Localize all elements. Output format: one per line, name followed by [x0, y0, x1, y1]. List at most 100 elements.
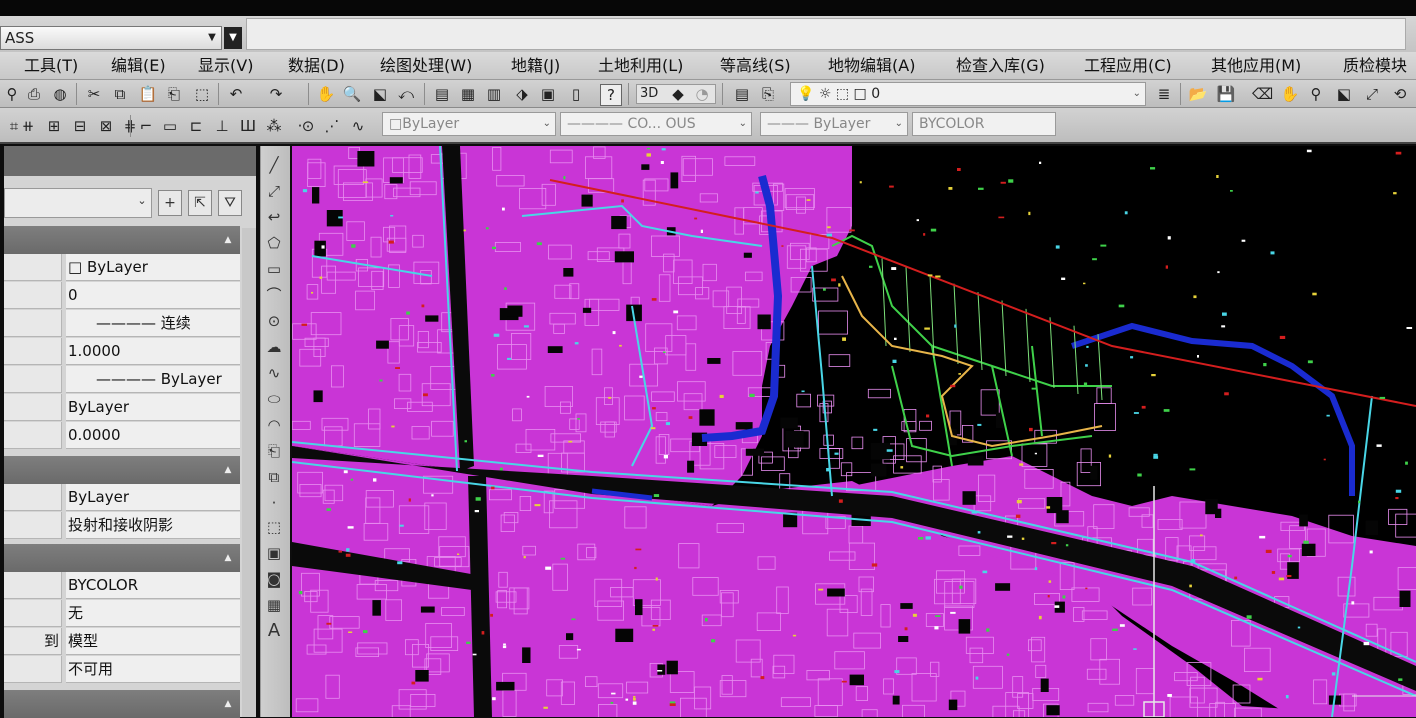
- properties-icon[interactable]: ▤: [432, 84, 452, 104]
- property-row-linetype-scale[interactable]: 1.0000: [4, 338, 240, 366]
- redo-icon[interactable]: ↷: [266, 84, 286, 104]
- hatch-icon[interactable]: ⬚: [263, 516, 285, 538]
- plotstyle-combo[interactable]: BYCOLOR: [912, 112, 1056, 136]
- property-row-linetype[interactable]: ———— 连续: [4, 310, 240, 338]
- multiline-text-button[interactable]: A: [263, 620, 285, 642]
- block-icon[interactable]: ⬚: [192, 84, 212, 104]
- print-icon[interactable]: ⎙: [24, 84, 44, 104]
- view-3d-button[interactable]: 3D: [640, 84, 658, 104]
- zoom-window-icon[interactable]: ⬕: [370, 84, 390, 104]
- menu-tools[interactable]: 工具(T): [24, 54, 78, 78]
- collapse-arrow-icon[interactable]: ▲: [222, 234, 234, 246]
- collapse-arrow-icon[interactable]: ▲: [222, 552, 234, 564]
- match-properties-icon[interactable]: ⎗: [164, 84, 184, 104]
- menu-landuse[interactable]: 土地利用(L): [598, 54, 683, 78]
- menu-data[interactable]: 数据(D): [288, 54, 345, 78]
- spline-icon[interactable]: ∿: [263, 362, 285, 384]
- rectangle-icon[interactable]: ▭: [263, 258, 285, 280]
- magnifier-icon[interactable]: ⚲: [1306, 84, 1326, 104]
- property-row-attached-to[interactable]: 到模型: [4, 628, 240, 656]
- collapse-arrow-icon[interactable]: ▲: [222, 698, 234, 710]
- property-row-lineweight[interactable]: ———— ByLayer: [4, 366, 240, 394]
- erase-icon[interactable]: ⌫: [1252, 84, 1273, 104]
- pan-hand-icon[interactable]: ✋: [316, 84, 336, 104]
- section-3d-visual-header[interactable]: [4, 456, 240, 484]
- construction-line-icon[interactable]: ⤢: [263, 180, 285, 202]
- arc-icon[interactable]: ⋰: [322, 116, 342, 136]
- section-view-header[interactable]: [4, 690, 240, 718]
- make-block-icon[interactable]: ⧉: [263, 466, 285, 488]
- drawing-canvas[interactable]: [292, 146, 1416, 717]
- sheet-set-icon[interactable]: ⬗: [512, 84, 532, 104]
- property-value[interactable]: BYCOLOR: [66, 572, 240, 599]
- point-icon[interactable]: ·: [263, 492, 285, 514]
- menu-qc[interactable]: 质检模块: [1343, 54, 1407, 78]
- gradient-icon[interactable]: ▣: [263, 542, 285, 564]
- pan-icon[interactable]: ✋: [1280, 84, 1300, 104]
- property-value[interactable]: 投射和接收阴影: [66, 512, 240, 539]
- selection-combo[interactable]: [4, 188, 152, 218]
- quick-access-menu-button[interactable]: ▼: [224, 27, 242, 49]
- open-folder-icon[interactable]: 📂: [1188, 84, 1208, 104]
- property-row-shadow[interactable]: 投射和接收阴影: [4, 512, 240, 540]
- globe-icon[interactable]: ◍: [50, 84, 70, 104]
- copy-icon[interactable]: ⧉: [110, 84, 130, 104]
- workspace-combo[interactable]: ASS: [0, 26, 222, 50]
- property-value[interactable]: ———— 连续: [66, 310, 240, 337]
- design-center-icon[interactable]: ▦: [458, 84, 478, 104]
- menu-check[interactable]: 检查入库(G): [956, 54, 1045, 78]
- property-row-plotstyle[interactable]: ByLayer: [4, 394, 240, 422]
- drawing-svg[interactable]: [292, 146, 1416, 717]
- polyline-icon[interactable]: ⌐: [136, 116, 156, 136]
- zoom-icon[interactable]: ⚲: [2, 84, 22, 104]
- color-combo[interactable]: □ByLayer ⌄: [382, 112, 556, 136]
- polyline-icon[interactable]: ↩: [263, 206, 285, 228]
- property-row-material[interactable]: ByLayer: [4, 484, 240, 512]
- property-row-layer[interactable]: 0: [4, 282, 240, 310]
- zoom-previous-icon[interactable]: ⤺: [396, 84, 416, 104]
- quick-select-button[interactable]: ⛛: [218, 190, 242, 216]
- ellipse-arc-icon[interactable]: ◠: [263, 414, 285, 436]
- layer-manager-icon[interactable]: ▤: [732, 84, 752, 104]
- zoom-realtime-icon[interactable]: 🔍: [342, 84, 362, 104]
- property-value[interactable]: □ ByLayer: [66, 254, 240, 281]
- zoom-extents-icon[interactable]: ⤢: [1362, 84, 1382, 104]
- layer-combo[interactable]: 💡 ☼ ⬚ □ 0 ⌄: [790, 82, 1146, 106]
- property-row-plot-table-type[interactable]: 不可用: [4, 656, 240, 684]
- lineweight-combo[interactable]: ——— ByLayer ⌄: [760, 112, 908, 136]
- make-current-icon[interactable]: ≣: [1154, 84, 1174, 104]
- ortho-icon[interactable]: ⊞: [44, 116, 64, 136]
- osnap-icon[interactable]: ⊠: [96, 116, 116, 136]
- property-value[interactable]: ByLayer: [66, 394, 240, 421]
- attribute-icon[interactable]: ⁂: [264, 116, 284, 136]
- circle-point-icon[interactable]: ⊙: [298, 116, 318, 136]
- calculator-icon[interactable]: ▯: [566, 84, 586, 104]
- property-row-plot-style[interactable]: BYCOLOR: [4, 572, 240, 600]
- menu-drawing[interactable]: 绘图处理(W): [380, 54, 472, 78]
- rectangle-icon[interactable]: ▭: [160, 116, 180, 136]
- property-value[interactable]: ByLayer: [66, 484, 240, 511]
- ellipse-icon[interactable]: ⬭: [263, 388, 285, 410]
- menu-contour[interactable]: 等高线(S): [720, 54, 791, 78]
- chevron-down-icon[interactable]: ⌄: [134, 194, 150, 210]
- menu-feature-edit[interactable]: 地物编辑(A): [828, 54, 915, 78]
- collapse-arrow-icon[interactable]: ▲: [222, 464, 234, 476]
- property-row-color[interactable]: □ ByLayer: [4, 254, 240, 282]
- property-value[interactable]: ———— ByLayer: [66, 366, 240, 393]
- property-value[interactable]: 模型: [66, 628, 240, 655]
- property-value[interactable]: 0.0000: [66, 422, 240, 449]
- table-icon[interactable]: ▦: [263, 594, 285, 616]
- save-icon[interactable]: 💾: [1216, 84, 1236, 104]
- dimension-icon[interactable]: ⊏: [186, 116, 206, 136]
- select-objects-button[interactable]: ⇱: [188, 190, 212, 216]
- line-icon[interactable]: ╱: [263, 154, 285, 176]
- layer-state-icon[interactable]: ⎘: [758, 84, 778, 104]
- menu-other[interactable]: 其他应用(M): [1211, 54, 1301, 78]
- palette-scrollbar[interactable]: [242, 228, 256, 717]
- section-general-header[interactable]: [4, 226, 240, 254]
- property-value[interactable]: 无: [66, 600, 240, 627]
- spline-icon[interactable]: ∿: [348, 116, 368, 136]
- menu-cadastre[interactable]: 地籍(J): [511, 54, 560, 78]
- property-value[interactable]: 0: [66, 282, 240, 309]
- text-style-icon[interactable]: Ш: [238, 116, 258, 136]
